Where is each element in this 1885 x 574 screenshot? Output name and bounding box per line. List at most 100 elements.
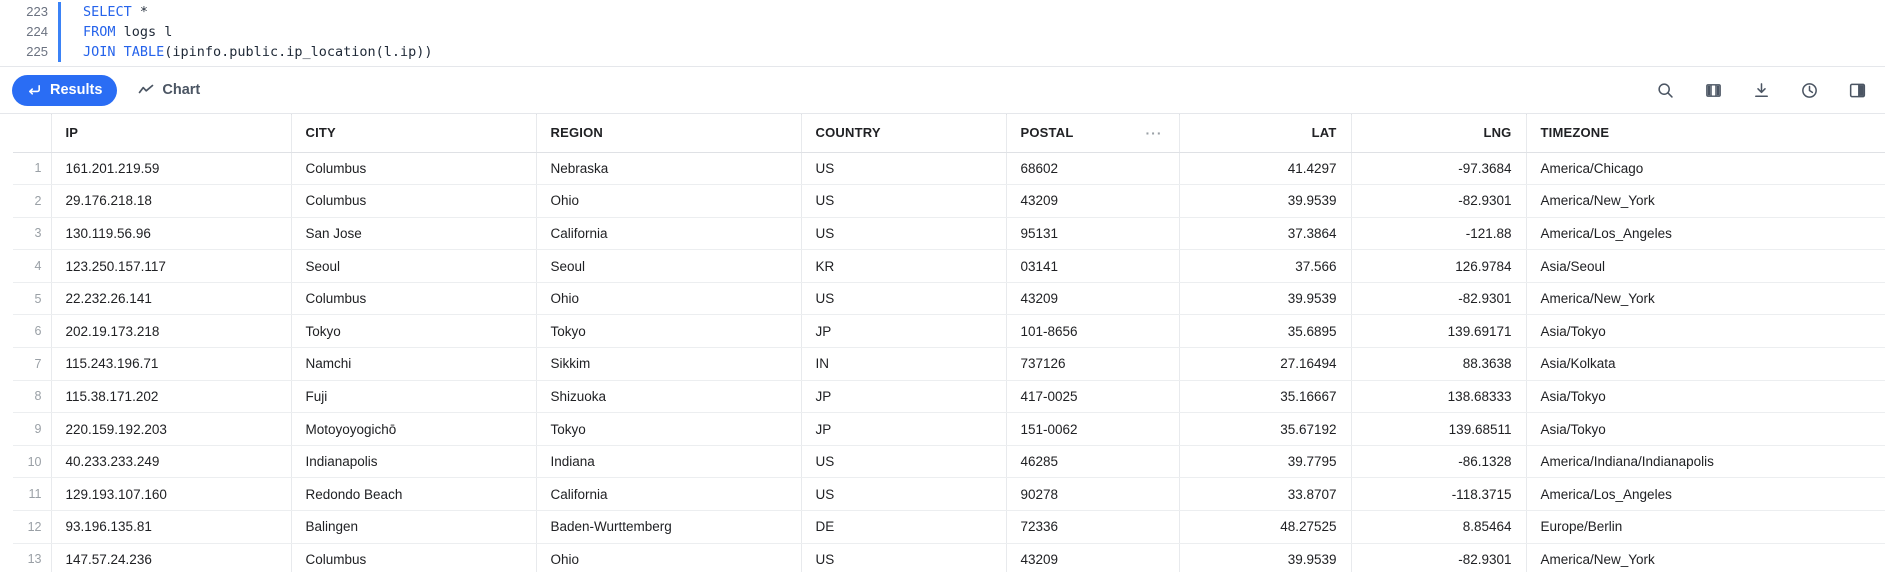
cell-lng[interactable]: 139.68511 (1351, 412, 1527, 446)
cell-city[interactable]: Redondo Beach (291, 477, 537, 512)
cell-timezone[interactable]: Europe/Berlin (1526, 510, 1885, 544)
cell-timezone[interactable]: America/Los_Angeles (1526, 217, 1885, 251)
cell-country[interactable]: US (801, 282, 1007, 316)
cell-region[interactable]: Ohio (536, 282, 802, 316)
cell-ip[interactable]: 147.57.24.236 (51, 543, 292, 572)
cell-postal[interactable]: 90278 (1006, 477, 1180, 512)
cell-lat[interactable]: 39.7795 (1179, 445, 1352, 479)
cell-ip[interactable]: 202.19.173.218 (51, 314, 292, 349)
cell-country[interactable]: US (801, 217, 1007, 251)
cell-postal[interactable]: 417-0025 (1006, 380, 1180, 414)
cell-ip[interactable]: 130.119.56.96 (51, 217, 292, 251)
table-row[interactable]: 10 40.233.233.249 Indianapolis Indiana US 462… (13, 445, 1885, 479)
cell-timezone[interactable]: Asia/Kolkata (1526, 347, 1885, 381)
cell-region[interactable]: Indiana (536, 445, 802, 479)
cell-country[interactable]: US (801, 477, 1007, 512)
cell-lat[interactable]: 37.566 (1179, 249, 1352, 283)
table-row[interactable]: 4 123.250.157.117 Seoul Seoul KR 03141 37.566 1… (13, 249, 1885, 283)
cell-timezone[interactable]: Asia/Tokyo (1526, 314, 1885, 349)
cell-ip[interactable]: 22.232.26.141 (51, 282, 292, 316)
cell-region[interactable]: Ohio (536, 184, 802, 218)
cell-region[interactable]: California (536, 217, 802, 251)
cell-lng[interactable]: -82.9301 (1351, 184, 1527, 218)
cell-lng[interactable]: 139.69171 (1351, 314, 1527, 349)
column-header-region[interactable]: REGION (536, 114, 802, 153)
cell-region[interactable]: Sikkim (536, 347, 802, 381)
cell-city[interactable]: San Jose (291, 217, 537, 251)
cell-postal[interactable]: 43209 (1006, 282, 1180, 316)
cell-city[interactable]: Columbus (291, 543, 537, 572)
cell-ip[interactable]: 93.196.135.81 (51, 510, 292, 544)
cell-timezone[interactable]: America/Indiana/Indianapolis (1526, 445, 1885, 479)
cell-lng[interactable]: -97.3684 (1351, 152, 1527, 186)
table-row[interactable]: 3 130.119.56.96 San Jose California US 95131 3… (13, 217, 1885, 251)
cell-lng[interactable]: -121.88 (1351, 217, 1527, 251)
cell-timezone[interactable]: Asia/Tokyo (1526, 380, 1885, 414)
cell-country[interactable]: JP (801, 314, 1007, 349)
cell-ip[interactable]: 161.201.219.59 (51, 152, 292, 186)
cell-region[interactable]: Nebraska (536, 152, 802, 186)
table-row[interactable]: 12 93.196.135.81 Balingen Baden-Wurttemberg… (13, 510, 1885, 544)
cell-region[interactable]: California (536, 477, 802, 512)
column-header-lat[interactable]: LAT (1179, 114, 1352, 153)
cell-lat[interactable]: 35.16667 (1179, 380, 1352, 414)
cell-city[interactable]: Motoyoyogichō (291, 412, 537, 446)
code-line-224[interactable]: 224 FROM logs l (0, 22, 1885, 42)
table-row[interactable]: 13 147.57.24.236 Columbus Ohio US 43209 39.953… (13, 543, 1885, 572)
cell-city[interactable]: Balingen (291, 510, 537, 544)
cell-lat[interactable]: 33.8707 (1179, 477, 1352, 512)
cell-ip[interactable]: 29.176.218.18 (51, 184, 292, 218)
cell-country[interactable]: IN (801, 347, 1007, 381)
cell-ip[interactable]: 115.38.171.202 (51, 380, 292, 414)
tab-results[interactable]: Results (12, 74, 118, 106)
download-icon[interactable] (1751, 80, 1771, 100)
column-header-city[interactable]: CITY (291, 114, 537, 153)
cell-postal[interactable]: 43209 (1006, 543, 1180, 572)
cell-postal[interactable]: 95131 (1006, 217, 1180, 251)
cell-city[interactable]: Seoul (291, 249, 537, 283)
tab-chart[interactable]: Chart (123, 75, 215, 106)
cell-country[interactable]: KR (801, 249, 1007, 283)
cell-postal[interactable]: 43209 (1006, 184, 1180, 218)
column-header-ip[interactable]: IP (51, 114, 292, 153)
cell-city[interactable]: Columbus (291, 282, 537, 316)
cell-country[interactable]: US (801, 543, 1007, 572)
cell-lng[interactable]: -118.3715 (1351, 477, 1527, 512)
cell-timezone[interactable]: Asia/Seoul (1526, 249, 1885, 283)
cell-ip[interactable]: 115.243.196.71 (51, 347, 292, 381)
cell-postal[interactable]: 737126 (1006, 347, 1180, 381)
cell-postal[interactable]: 101-8656 (1006, 314, 1180, 349)
cell-timezone[interactable]: America/New_York (1526, 543, 1885, 572)
cell-lng[interactable]: -82.9301 (1351, 543, 1527, 572)
table-row[interactable]: 7 115.243.196.71 Namchi Sikkim IN 737126 27.16… (13, 347, 1885, 381)
cell-country[interactable]: DE (801, 510, 1007, 544)
cell-lat[interactable]: 27.16494 (1179, 347, 1352, 381)
cell-city[interactable]: Tokyo (291, 314, 537, 349)
cell-region[interactable]: Seoul (536, 249, 802, 283)
cell-lat[interactable]: 39.9539 (1179, 282, 1352, 316)
cell-city[interactable]: Columbus (291, 152, 537, 186)
search-icon[interactable] (1655, 80, 1675, 100)
cell-ip[interactable]: 220.159.192.203 (51, 412, 292, 446)
table-row[interactable]: 2 29.176.218.18 Columbus Ohio US 43209 39.9539… (13, 184, 1885, 218)
history-clock-icon[interactable] (1799, 80, 1819, 100)
cell-lat[interactable]: 35.67192 (1179, 412, 1352, 446)
cell-postal[interactable]: 72336 (1006, 510, 1180, 544)
cell-lng[interactable]: -86.1328 (1351, 445, 1527, 479)
cell-postal[interactable]: 68602 (1006, 152, 1180, 186)
cell-timezone[interactable]: Asia/Tokyo (1526, 412, 1885, 446)
table-row[interactable]: 11 129.193.107.160 Redondo Beach California… (13, 477, 1885, 512)
cell-timezone[interactable]: America/New_York (1526, 184, 1885, 218)
code-line-223[interactable]: 223 SELECT * (0, 2, 1885, 22)
code-line-225[interactable]: 225 JOIN TABLE(ipinfo.public.ip_location… (0, 42, 1885, 62)
cell-region[interactable]: Baden-Wurttemberg (536, 510, 802, 544)
cell-city[interactable]: Indianapolis (291, 445, 537, 479)
column-header-lng[interactable]: LNG (1351, 114, 1527, 153)
cell-timezone[interactable]: America/New_York (1526, 282, 1885, 316)
cell-ip[interactable]: 129.193.107.160 (51, 477, 292, 512)
table-row[interactable]: 6 202.19.173.218 Tokyo Tokyo JP 101-8656 35.68… (13, 314, 1885, 349)
cell-region[interactable]: Tokyo (536, 314, 802, 349)
cell-postal[interactable]: 03141 (1006, 249, 1180, 283)
cell-postal[interactable]: 46285 (1006, 445, 1180, 479)
cell-lng[interactable]: 126.9784 (1351, 249, 1527, 283)
